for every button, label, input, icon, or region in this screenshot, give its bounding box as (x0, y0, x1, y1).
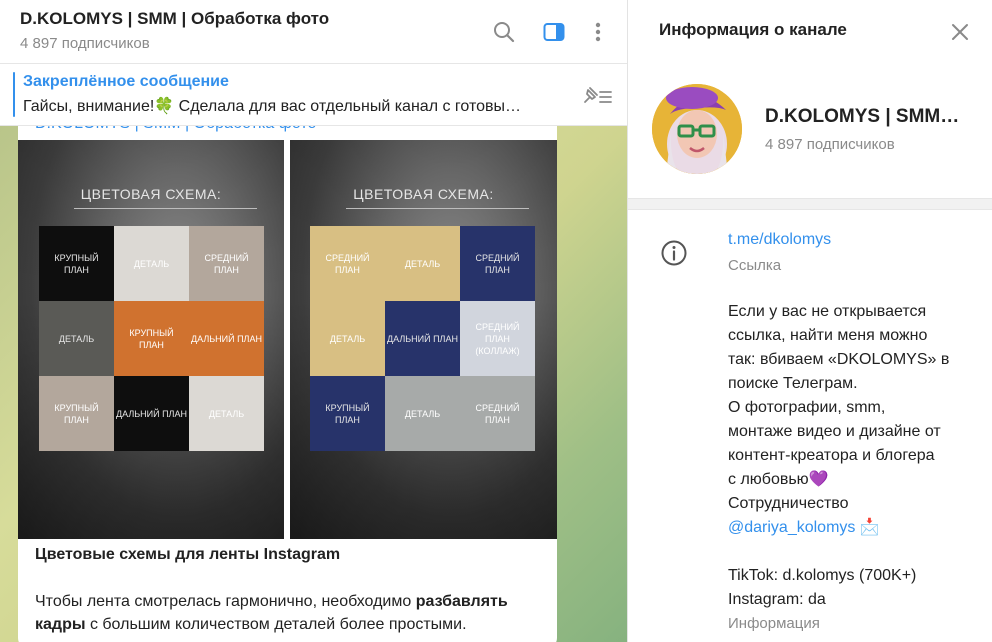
scheme-cell: ДАЛЬНИЙ ПЛАН (189, 301, 264, 376)
scheme-cell: СРЕДНИЙ ПЛАН (460, 226, 535, 301)
scheme-cell: ДАЛЬНИЙ ПЛАН (114, 376, 189, 451)
pinned-text: Гайсы, внимание!🍀 Сделала для вас отдель… (23, 98, 521, 115)
description-line: Instagram: da (728, 591, 826, 608)
description-line (728, 540, 978, 564)
message-photo-album: ЦВЕТОВАЯ СХЕМА: КРУПНЫЙ ПЛАН ДЕТАЛЬ СРЕДНИ… (18, 140, 557, 539)
pin-list-icon (584, 87, 612, 103)
scheme-title: ЦВЕТОВАЯ СХЕМА: (353, 186, 494, 202)
info-panel-heading: Информация о канале (659, 20, 847, 39)
photo-color-scheme-1[interactable]: ЦВЕТОВАЯ СХЕМА: КРУПНЫЙ ПЛАН ДЕТАЛЬ СРЕДНИ… (18, 140, 284, 539)
scheme-cell: КРУПНЫЙ ПЛАН (114, 301, 189, 376)
info-icon (661, 240, 687, 266)
scheme-cell: СРЕДНИЙ ПЛАН (460, 376, 535, 451)
description-line: ссылка, найти меня можно (728, 327, 928, 344)
photo-color-scheme-2[interactable]: ЦВЕТОВАЯ СХЕМА: СРЕДНИЙ ПЛАН ДЕТАЛЬ СРЕДНИ… (290, 140, 557, 539)
scheme-cell: СРЕДНИЙ ПЛАН (КОЛЛАЖ) (460, 301, 535, 376)
caption-text: Чтобы лента смотрелась гармонично, необх… (35, 593, 416, 610)
more-vertical-icon (595, 22, 601, 42)
description-line: так: вбиваем «DKOLOMYS» в (728, 351, 950, 368)
channel-info-panel: Информация о канале D.KOLOMYS | SMM… 4 8… (627, 0, 992, 642)
description-line: О фотографии, smm, (728, 399, 886, 416)
info-subscribers: 4 897 подписчиков (765, 136, 895, 153)
close-icon (952, 24, 968, 40)
scheme-cell: ДЕТАЛЬ (39, 301, 114, 376)
scheme-cell: ДЕТАЛЬ (385, 376, 460, 451)
description-line: TikTok: d.kolomys (700K+) (728, 567, 917, 584)
scheme-cell: ДЕТАЛЬ (385, 226, 460, 301)
scheme-cell: ДЕТАЛЬ (114, 226, 189, 301)
description-line: Если у вас не открывается (728, 303, 927, 320)
sidebar-toggle-button[interactable] (539, 17, 569, 47)
chat-column: D.KOLOMYS | SMM | Обработка фото ЦВЕТОВА… (0, 0, 627, 642)
search-button[interactable] (489, 17, 519, 47)
scheme-cell: ДАЛЬНИЙ ПЛАН (385, 301, 460, 376)
message-caption-title: Цветовые схемы для ленты Instagram (35, 546, 341, 563)
message-caption-body: Чтобы лента смотрелась гармонично, необх… (35, 590, 545, 636)
description-line: поиске Телеграм. (728, 375, 858, 392)
caption-text: с большим количеством деталей более прос… (85, 616, 467, 633)
channel-link[interactable]: t.me/dkolomys (728, 231, 831, 249)
avatar-illustration (652, 84, 742, 174)
channel-message[interactable]: D.KOLOMYS | SMM | Обработка фото ЦВЕТОВА… (18, 108, 557, 642)
scheme-cell: ДЕТАЛЬ (310, 301, 385, 376)
chat-header[interactable]: D.KOLOMYS | SMM | Обработка фото 4 897 п… (0, 0, 627, 64)
mention-link[interactable]: @dariya_kolomys (728, 519, 855, 536)
envelope-emoji: 📩 (859, 519, 880, 536)
scheme-cell: СРЕДНИЙ ПЛАН (310, 226, 385, 301)
scheme-cell: КРУПНЫЙ ПЛАН (310, 376, 385, 451)
avatar[interactable] (652, 84, 742, 174)
scheme-cell: КРУПНЫЙ ПЛАН (39, 376, 114, 451)
channel-link-label: Ссылка (728, 257, 782, 274)
pinned-message-bar[interactable]: Закреплённое сообщение Гайсы, внимание!🍀… (0, 64, 627, 126)
section-divider (628, 198, 992, 210)
more-options-button[interactable] (583, 17, 613, 47)
description-line: монтаже видео и дизайне от (728, 423, 941, 440)
scheme-cell: ДЕТАЛЬ (189, 376, 264, 451)
scheme-divider (74, 208, 257, 209)
channel-title[interactable]: D.KOLOMYS | SMM | Обработка фото (20, 9, 329, 29)
pinned-title: Закреплённое сообщение (23, 73, 229, 90)
close-info-button[interactable] (945, 17, 975, 47)
search-icon (494, 22, 515, 43)
description-mention-line: @dariya_kolomys 📩 (728, 516, 978, 540)
description-line: Сотрудничество (728, 495, 849, 512)
scheme-divider (346, 208, 529, 209)
channel-description: Если у вас не открывается ссылка, найти … (728, 300, 978, 612)
scheme-cell: КРУПНЫЙ ПЛАН (39, 226, 114, 301)
sidebar-toggle-icon (543, 23, 565, 41)
scheme-title: ЦВЕТОВАЯ СХЕМА: (80, 186, 222, 202)
pinned-accent-bar (13, 72, 15, 117)
scheme-cell: СРЕДНИЙ ПЛАН (189, 226, 264, 301)
channel-subscribers: 4 897 подписчиков (20, 35, 150, 52)
description-line: контент-креатора и блогера (728, 447, 935, 464)
description-line: с любовью💜 (728, 471, 829, 488)
description-label: Информация (728, 615, 820, 632)
pinned-list-button[interactable] (578, 81, 614, 111)
info-channel-name: D.KOLOMYS | SMM… (765, 106, 960, 127)
